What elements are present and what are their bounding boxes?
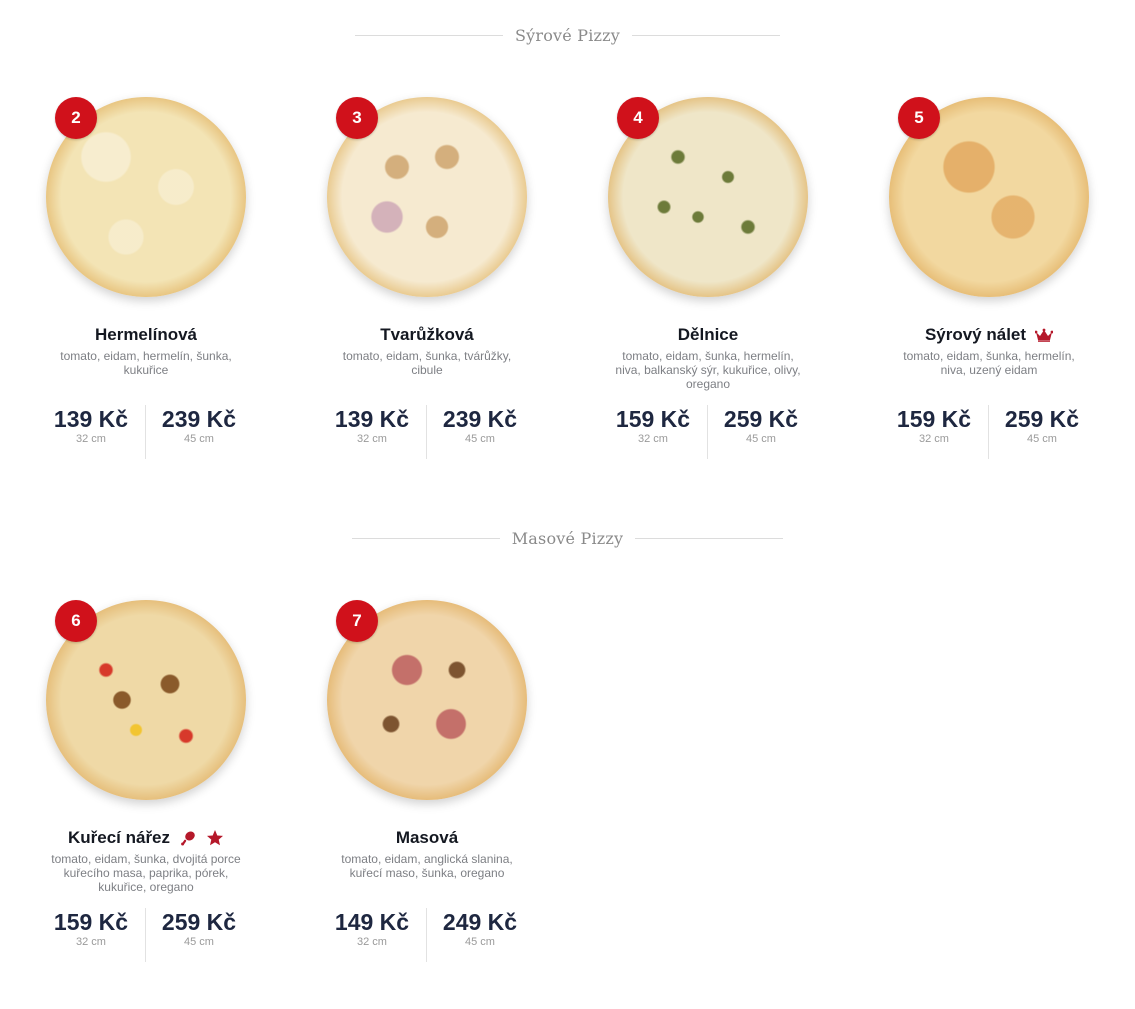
pizza-number-badge: 4	[617, 97, 659, 139]
price-large-amount: 259 Kč	[723, 406, 799, 432]
pizza-ingredients: tomato, eidam, hermelín, šunka, kukuřice	[60, 349, 232, 377]
pizza-card[interactable]: 5 Sýrový nálet tomato, eidam, šunka, her…	[843, 97, 1124, 477]
section-heading-meat: Masové Pizzy	[0, 526, 1135, 550]
pizza-name: Masová	[395, 828, 459, 847]
pizza-name: Tvarůžková	[380, 325, 474, 344]
pizza-name-row: Kuřecí nářez	[0, 827, 292, 849]
pizza-card[interactable]: 2 Hermelínová tomato, eidam, hermelín, š…	[0, 97, 281, 477]
price-large-size: 45 cm	[1027, 433, 1057, 445]
price-large-button[interactable]: 239 Kč 45 cm	[425, 405, 535, 445]
price-large-amount: 259 Kč	[1004, 406, 1080, 432]
price-block: 149 Kč 32 cm 249 Kč 45 cm	[281, 908, 573, 962]
pizza-name: Hermelínová	[94, 325, 198, 344]
pizza-card[interactable]: 4 Dělnice tomato, eidam, šunka, hermelín…	[562, 97, 843, 477]
price-small-amount: 139 Kč	[334, 406, 410, 432]
price-small-size: 32 cm	[76, 936, 106, 948]
price-small-amount: 159 Kč	[53, 909, 129, 935]
pizza-ingredients: tomato, eidam, šunka, dvojitá porce kuře…	[51, 852, 241, 894]
pizza-number-badge: 2	[55, 97, 97, 139]
price-small-size: 32 cm	[357, 433, 387, 445]
price-large-size: 45 cm	[465, 936, 495, 948]
price-large-size: 45 cm	[184, 433, 214, 445]
pizza-number-badge: 7	[336, 600, 378, 642]
section-heading-cheese: Sýrové Pizzy	[0, 23, 1135, 47]
heading-divider-left	[354, 34, 503, 36]
heading-divider-right	[635, 537, 784, 539]
price-large-button[interactable]: 259 Kč 45 cm	[706, 405, 816, 445]
crown-icon	[1035, 326, 1054, 344]
pizza-name: Kuřecí nářez	[67, 828, 171, 847]
price-small-size: 32 cm	[76, 433, 106, 445]
price-small-button[interactable]: 159 Kč 32 cm	[598, 405, 708, 445]
pizza-ingredients: tomato, eidam, anglická slanina, kuřecí …	[341, 852, 513, 880]
price-small-button[interactable]: 139 Kč 32 cm	[36, 405, 146, 445]
chicken-leg-icon	[179, 829, 197, 847]
price-small-button[interactable]: 159 Kč 32 cm	[879, 405, 989, 445]
pizza-number-badge: 3	[336, 97, 378, 139]
pizza-name: Sýrový nálet	[924, 325, 1027, 344]
price-block: 159 Kč 32 cm 259 Kč 45 cm	[843, 405, 1135, 459]
price-large-size: 45 cm	[465, 433, 495, 445]
price-small-amount: 159 Kč	[615, 406, 691, 432]
price-large-button[interactable]: 239 Kč 45 cm	[144, 405, 254, 445]
price-large-button[interactable]: 259 Kč 45 cm	[987, 405, 1097, 445]
pizza-name-row: Dělnice	[562, 324, 854, 346]
section-title: Sýrové Pizzy	[514, 25, 621, 45]
price-large-amount: 249 Kč	[442, 909, 518, 935]
pizza-name-row: Hermelínová	[0, 324, 292, 346]
pizza-name-row: Masová	[281, 827, 573, 849]
price-small-size: 32 cm	[919, 433, 949, 445]
price-block: 159 Kč 32 cm 259 Kč 45 cm	[562, 405, 854, 459]
price-large-button[interactable]: 249 Kč 45 cm	[425, 908, 535, 948]
price-small-amount: 139 Kč	[53, 406, 129, 432]
section-title: Masové Pizzy	[511, 528, 624, 548]
price-block: 159 Kč 32 cm 259 Kč 45 cm	[0, 908, 292, 962]
price-small-amount: 159 Kč	[896, 406, 972, 432]
heading-divider-right	[632, 34, 781, 36]
price-large-size: 45 cm	[746, 433, 776, 445]
price-large-size: 45 cm	[184, 936, 214, 948]
price-small-size: 32 cm	[357, 936, 387, 948]
pizza-number-badge: 5	[898, 97, 940, 139]
pizza-ingredients: tomato, eidam, šunka, hermelín, niva, ba…	[615, 349, 801, 391]
heading-divider-left	[351, 537, 500, 539]
pizza-name-row: Sýrový nálet	[843, 324, 1135, 346]
price-large-amount: 239 Kč	[442, 406, 518, 432]
price-large-button[interactable]: 259 Kč 45 cm	[144, 908, 254, 948]
price-block: 139 Kč 32 cm 239 Kč 45 cm	[281, 405, 573, 459]
price-small-amount: 149 Kč	[334, 909, 410, 935]
star-icon	[206, 829, 224, 847]
price-small-button[interactable]: 159 Kč 32 cm	[36, 908, 146, 948]
pizza-name: Dělnice	[677, 325, 739, 344]
pizza-ingredients: tomato, eidam, šunka, hermelín, niva, uz…	[903, 349, 1075, 377]
pizza-ingredients: tomato, eidam, šunka, tvárůžky, cibule	[342, 349, 512, 377]
price-small-size: 32 cm	[638, 433, 668, 445]
pizza-name-row: Tvarůžková	[281, 324, 573, 346]
pizza-card[interactable]: 6 Kuřecí nářez tomato, eidam, šunka, dvo…	[0, 600, 281, 980]
price-block: 139 Kč 32 cm 239 Kč 45 cm	[0, 405, 292, 459]
pizza-card[interactable]: 3 Tvarůžková tomato, eidam, šunka, tvárů…	[281, 97, 562, 477]
price-small-button[interactable]: 139 Kč 32 cm	[317, 405, 427, 445]
pizza-number-badge: 6	[55, 600, 97, 642]
pizza-card[interactable]: 7 Masová tomato, eidam, anglická slanina…	[281, 600, 562, 980]
price-small-button[interactable]: 149 Kč 32 cm	[317, 908, 427, 948]
price-large-amount: 259 Kč	[161, 909, 237, 935]
price-large-amount: 239 Kč	[161, 406, 237, 432]
